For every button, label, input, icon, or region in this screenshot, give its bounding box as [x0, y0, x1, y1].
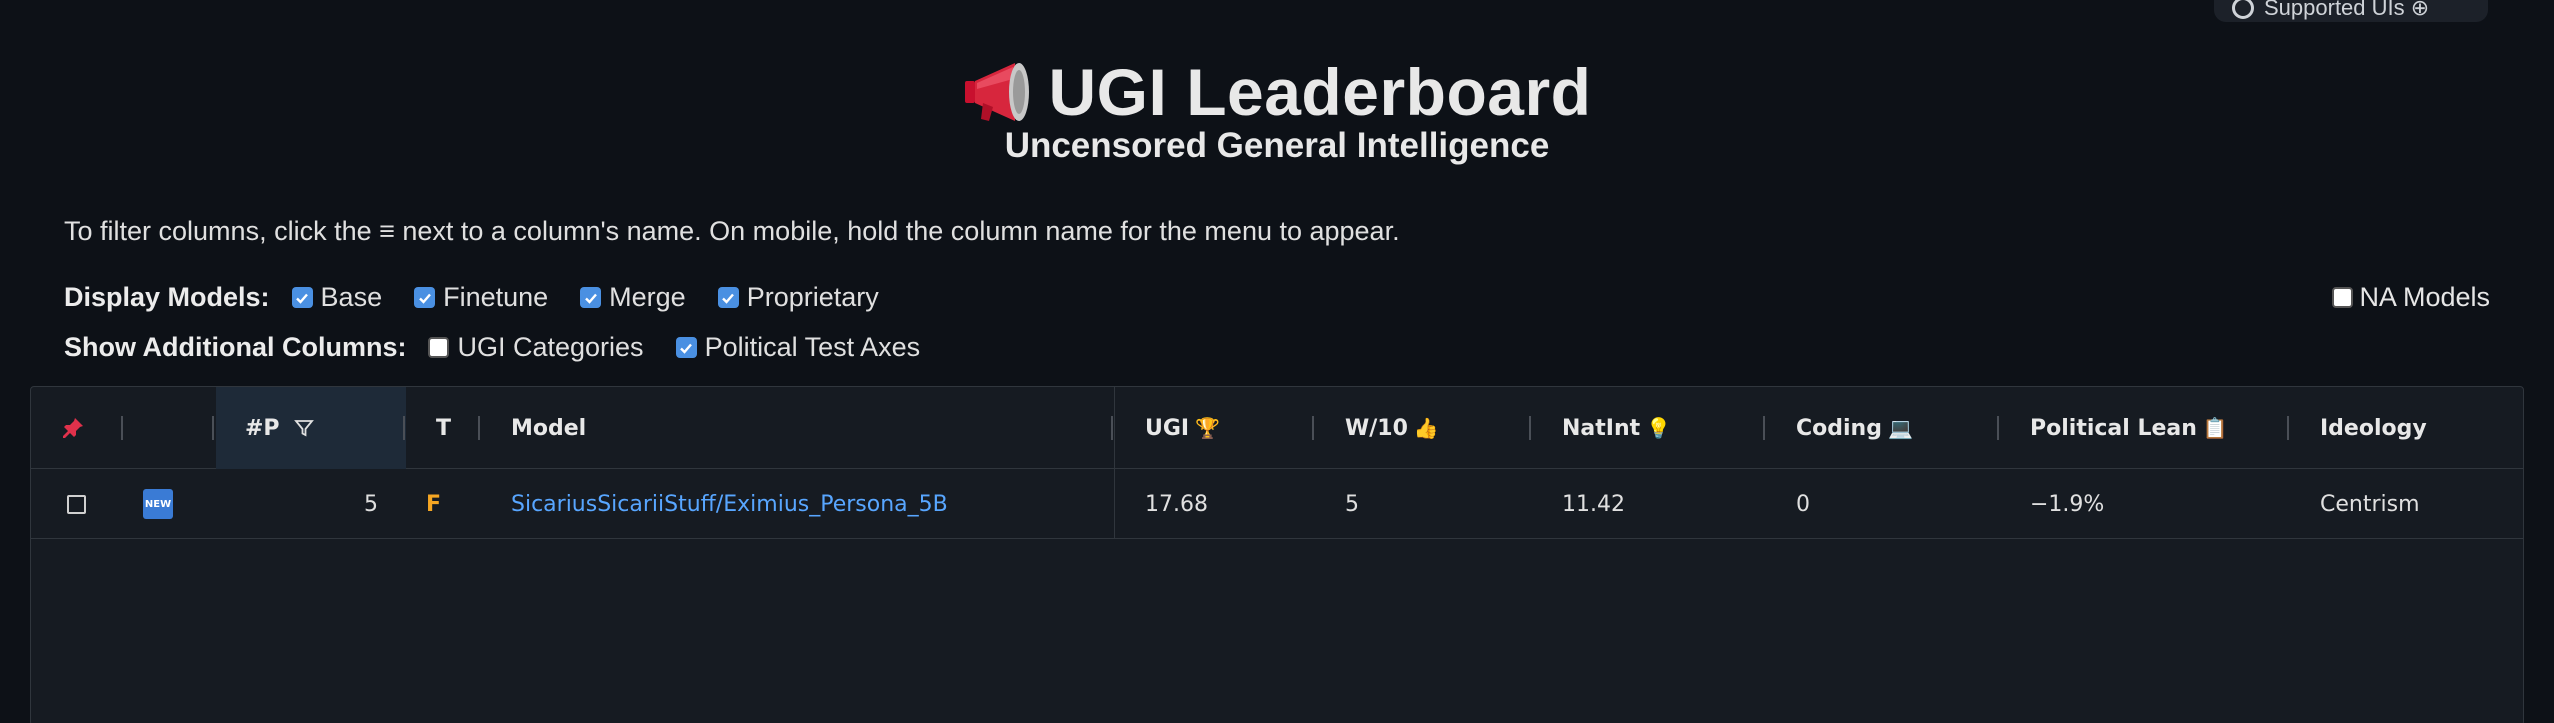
column-resizer[interactable]	[403, 416, 405, 440]
column-resizer[interactable]	[2287, 416, 2289, 440]
table-row[interactable]: NEW 5 F SicariusSicariiStuff/Eximius_Per…	[31, 469, 2523, 539]
pin-column-header[interactable]	[61, 387, 85, 469]
checkbox-unchecked-icon[interactable]	[67, 494, 86, 514]
ugi-column-header[interactable]: UGI 🏆	[1145, 387, 1220, 469]
model-link[interactable]: SicariusSicariiStuff/Eximius_Persona_5B	[511, 469, 948, 539]
display-proprietary-checkbox[interactable]: Proprietary	[717, 282, 879, 313]
type-header-label: T	[436, 415, 452, 441]
circle-icon	[2232, 0, 2254, 19]
checkbox-checked-icon[interactable]	[580, 287, 602, 308]
params-column-header[interactable]: #P	[245, 387, 314, 469]
display-merge-checkbox[interactable]: Merge	[580, 282, 686, 313]
params-cell: 5	[364, 491, 378, 517]
political-lean-header-label: Political Lean	[2030, 415, 2197, 441]
ugi-header-label: UGI	[1145, 415, 1190, 441]
ugi-categories-checkbox[interactable]: UGI Categories	[428, 332, 644, 363]
ideology-cell: Centrism	[2320, 491, 2420, 517]
leaderboard-table: #P T Model UGI 🏆 W/10 👍 NatInt 💡 Coding …	[30, 386, 2524, 723]
w10-header-label: W/10	[1345, 415, 1408, 441]
natint-column-header[interactable]: NatInt 💡	[1562, 387, 1671, 469]
page-title: UGI Leaderboard	[1048, 55, 1592, 129]
display-base-checkbox[interactable]: Base	[291, 282, 383, 313]
row-select-checkbox[interactable]	[67, 469, 86, 539]
ideology-header-label: Ideology	[2320, 415, 2427, 441]
column-resizer[interactable]	[1997, 416, 1999, 440]
ugi-categories-label: UGI Categories	[457, 332, 644, 362]
thumbs-up-icon: 👍	[1413, 416, 1439, 440]
display-models-row: Display Models: Base Finetune Merge Prop…	[64, 282, 911, 313]
trophy-icon: 🏆	[1195, 416, 1221, 440]
natint-header-label: NatInt	[1562, 415, 1641, 441]
model-header-label: Model	[511, 415, 587, 441]
type-cell: F	[426, 491, 442, 517]
political-test-axes-label: Political Test Axes	[704, 332, 921, 362]
new-badge-cell: NEW	[143, 469, 173, 539]
page-header: UGI Leaderboard	[0, 54, 2554, 130]
pin-icon[interactable]	[61, 416, 85, 440]
display-base-label: Base	[320, 282, 383, 312]
na-models-checkbox[interactable]: NA Models	[2332, 282, 2490, 313]
type-column-header[interactable]: T	[436, 387, 451, 469]
filter-icon[interactable]	[293, 418, 314, 438]
laptop-icon: 💻	[1887, 416, 1913, 440]
checkbox-checked-icon[interactable]	[291, 287, 313, 308]
display-merge-label: Merge	[609, 282, 686, 312]
column-resizer[interactable]	[212, 416, 214, 440]
checkbox-checked-icon[interactable]	[414, 287, 436, 308]
column-resizer[interactable]	[1111, 416, 1113, 440]
w10-column-header[interactable]: W/10 👍	[1345, 387, 1439, 469]
column-resizer[interactable]	[478, 416, 480, 440]
column-resizer[interactable]	[121, 416, 123, 440]
natint-cell: 11.42	[1562, 491, 1625, 517]
model-column-header[interactable]: Model	[511, 387, 586, 469]
display-finetune-label: Finetune	[443, 282, 549, 312]
checkbox-checked-icon[interactable]	[675, 337, 697, 358]
coding-cell: 0	[1796, 491, 1810, 517]
w10-cell: 5	[1345, 491, 1359, 517]
column-resizer[interactable]	[1763, 416, 1765, 440]
page-subtitle: Uncensored General Intelligence	[1004, 126, 1550, 165]
megaphone-icon	[964, 63, 1029, 121]
clipboard-icon: 📋	[2202, 416, 2228, 440]
coding-header-label: Coding	[1796, 415, 1882, 441]
supported-uis-button[interactable]: Supported UIs ⊕	[2214, 0, 2488, 22]
political-lean-cell: −1.9%	[2030, 491, 2105, 517]
supported-uis-label: Supported UIs ⊕	[2264, 0, 2430, 20]
political-lean-column-header[interactable]: Political Lean 📋	[2030, 387, 2228, 469]
filter-instructions: To filter columns, click the ≡ next to a…	[64, 216, 1400, 246]
lightbulb-icon: 💡	[1646, 416, 1672, 440]
political-test-axes-checkbox[interactable]: Political Test Axes	[675, 332, 921, 363]
checkbox-unchecked-icon[interactable]	[2332, 287, 2354, 308]
coding-column-header[interactable]: Coding 💻	[1796, 387, 1913, 469]
new-badge: NEW	[143, 489, 173, 519]
na-models-label: NA Models	[2359, 282, 2490, 312]
checkbox-unchecked-icon[interactable]	[428, 337, 450, 358]
display-models-label: Display Models:	[64, 282, 270, 312]
params-header-label: #P	[245, 415, 280, 441]
table-header: #P T Model UGI 🏆 W/10 👍 NatInt 💡 Coding …	[31, 387, 2523, 469]
ideology-column-header[interactable]: Ideology	[2320, 387, 2427, 469]
additional-columns-label: Show Additional Columns:	[64, 332, 407, 362]
display-proprietary-label: Proprietary	[746, 282, 879, 312]
column-resizer[interactable]	[1529, 416, 1531, 440]
column-resizer[interactable]	[1312, 416, 1314, 440]
ugi-cell: 17.68	[1145, 491, 1208, 517]
additional-columns-row: Show Additional Columns: UGI Categories …	[64, 332, 952, 363]
checkbox-checked-icon[interactable]	[717, 287, 739, 308]
display-finetune-checkbox[interactable]: Finetune	[414, 282, 548, 313]
